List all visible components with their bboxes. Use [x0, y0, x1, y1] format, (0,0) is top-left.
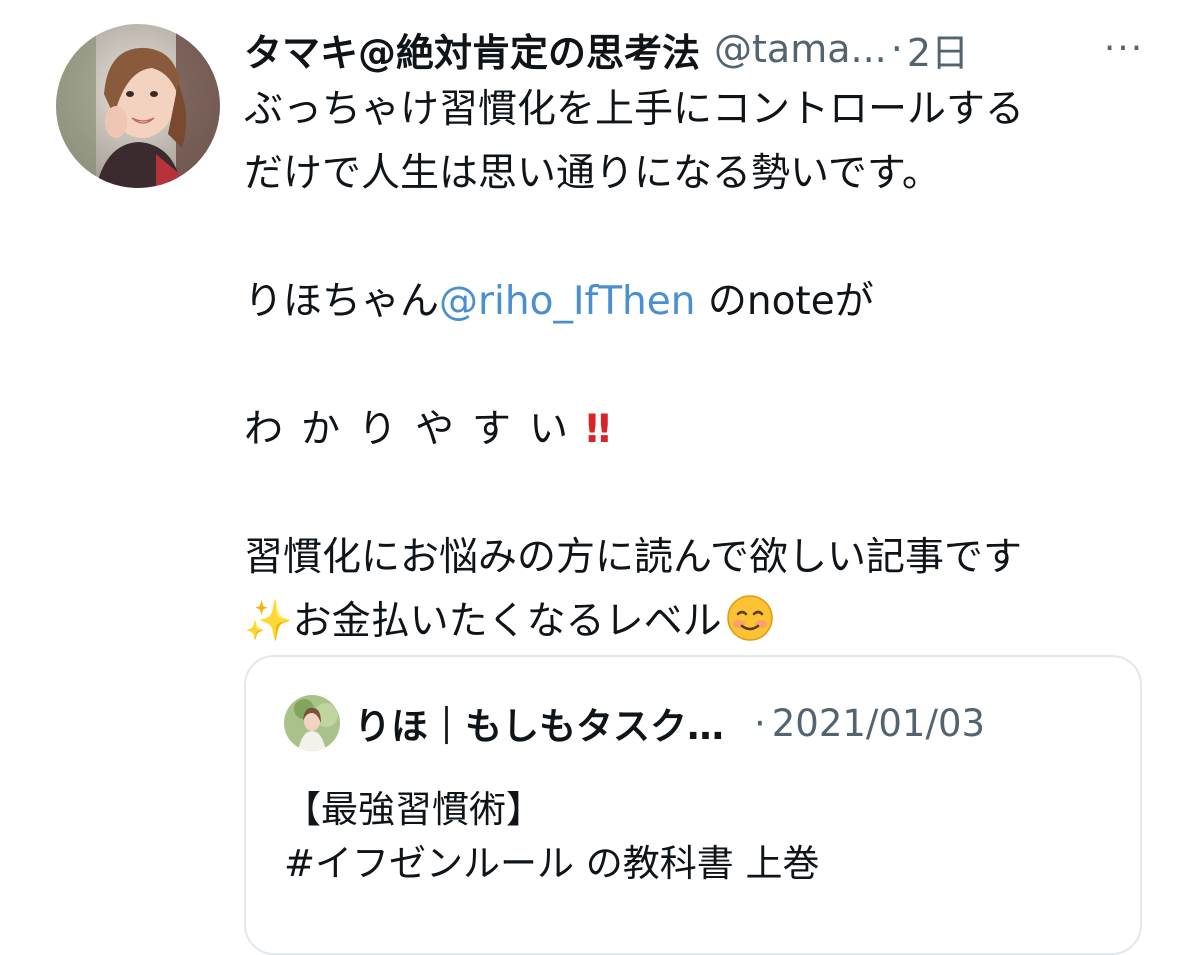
line-break	[244, 334, 1174, 398]
quoted-tweet-text: 【最強習慣術】 #イフゼンルール の教科書 上巻	[284, 783, 1104, 891]
tweet-line: 習慣化にお悩みの方に読んで欲しい記事です	[244, 535, 1023, 580]
sparkles-icon: ✨	[244, 599, 293, 644]
mention-link[interactable]: @riho_IfThen	[439, 279, 695, 324]
tweet-line: だけで人生は思い通りになる勢いです。	[244, 151, 941, 196]
tweet-line-sparkle: ✨お金払いたくなるレベル	[244, 590, 1174, 654]
spaced-text: わかりやすい	[244, 407, 587, 452]
quoted-line: 【最強習慣術】	[284, 788, 543, 831]
quoted-tweet-header: りほ｜もしもタスク… · 2021/01/03	[284, 693, 1114, 753]
smiling-face-icon	[726, 594, 774, 642]
line-break	[244, 206, 1174, 270]
mention-suffix: のnoteが	[695, 279, 874, 324]
mention-prefix: りほちゃん	[244, 279, 440, 324]
display-name[interactable]: タマキ@絶対肯定の思考法	[244, 22, 700, 77]
quoted-date: 2021/01/03	[771, 701, 986, 745]
sparkle-line-text: お金払いたくなるレベル	[292, 599, 722, 644]
tweet-line-mention: りほちゃん@riho_IfThen のnoteが	[244, 270, 1174, 334]
header-separator: ·	[890, 27, 903, 71]
double-exclamation-icon: ‼	[586, 407, 611, 452]
quoted-tweet-card[interactable]: りほ｜もしもタスク… · 2021/01/03 【最強習慣術】 #イフゼンルール…	[244, 655, 1142, 955]
tweet-header: タマキ@絶対肯定の思考法 @tama... · 2日	[244, 22, 1144, 76]
quoted-line: #イフゼンルール の教科書 上巻	[284, 842, 820, 885]
more-options-glyph: ···	[1103, 27, 1145, 69]
tweet-text: ぶっちゃけ習慣化を上手にコントロールする だけで人生は思い通りになる勢いです。 …	[244, 78, 1174, 654]
quoted-separator: ·	[754, 701, 766, 745]
tweet-line: ぶっちゃけ習慣化を上手にコントロールする	[244, 87, 1025, 132]
quoted-author-avatar[interactable]	[284, 695, 340, 751]
quoted-author-name[interactable]: りほ｜もしもタスク…	[354, 696, 724, 750]
tweet-timestamp[interactable]: 2日	[907, 22, 969, 77]
tweet-line-emphasis: わかりやすい‼	[244, 398, 1174, 462]
profile-avatar[interactable]	[56, 24, 220, 188]
line-break	[244, 462, 1174, 526]
user-handle[interactable]: @tama...	[714, 27, 887, 71]
more-options-icon[interactable]: ···	[1096, 27, 1152, 69]
